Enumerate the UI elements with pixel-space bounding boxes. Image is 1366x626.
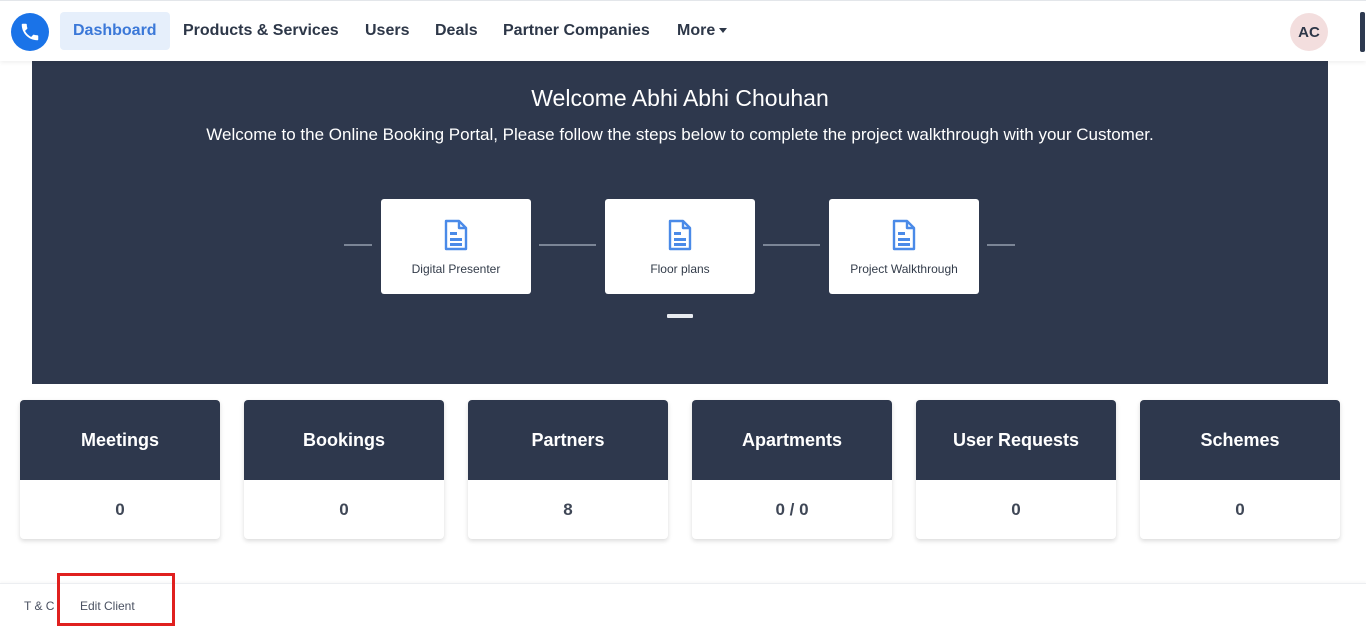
stat-value: 0 (339, 499, 349, 519)
stat-title: Bookings (244, 400, 444, 480)
welcome-subtitle: Welcome to the Online Booking Portal, Pl… (206, 125, 1154, 144)
user-avatar[interactable]: AC (1290, 13, 1328, 51)
document-icon (668, 219, 692, 251)
nav-more-label: More (677, 22, 716, 39)
scrollbar-thumb[interactable] (1360, 12, 1365, 52)
step-card-digital-presenter[interactable]: Digital Presenter (381, 199, 531, 294)
stat-value: 0 (1235, 499, 1245, 519)
stat-card-meetings[interactable]: Meetings 0 (20, 400, 220, 539)
stat-card-apartments[interactable]: Apartments 0 / 0 (692, 400, 892, 539)
stat-title: User Requests (916, 400, 1116, 480)
stat-card-partners[interactable]: Partners 8 (468, 400, 668, 539)
document-icon (444, 219, 468, 251)
step-connector (987, 244, 1015, 246)
welcome-title: Welcome Abhi Abhi Chouhan (531, 85, 829, 111)
nav-dashboard[interactable]: Dashboard (60, 12, 170, 50)
stat-value: 0 / 0 (775, 499, 809, 519)
top-navbar: Dashboard Products & Services Users Deal… (0, 0, 1366, 61)
step-connector (539, 244, 596, 246)
stat-title: Partners (468, 400, 668, 480)
document-icon (892, 219, 916, 251)
stat-title: Schemes (1140, 400, 1340, 480)
stat-card-user-requests[interactable]: User Requests 0 (916, 400, 1116, 539)
step-label: Digital Presenter (411, 262, 501, 276)
stat-card-schemes[interactable]: Schemes 0 (1140, 400, 1340, 539)
nav-products-services[interactable]: Products & Services (170, 12, 352, 50)
step-card-floor-plans[interactable]: Floor plans (605, 199, 755, 294)
step-card-project-walkthrough[interactable]: Project Walkthrough (829, 199, 979, 294)
terms-link[interactable]: T & C (24, 599, 54, 613)
nav-partner-companies[interactable]: Partner Companies (490, 12, 663, 50)
stat-title: Apartments (692, 400, 892, 480)
nav-more-dropdown[interactable]: More (664, 12, 740, 50)
nav-deals[interactable]: Deals (422, 12, 491, 50)
carousel-indicator[interactable] (667, 314, 693, 318)
step-label: Floor plans (650, 262, 710, 276)
stat-value: 8 (563, 499, 573, 519)
page-footer: T & C Edit Client (0, 583, 1366, 626)
step-connector (763, 244, 820, 246)
step-connector (344, 244, 372, 246)
edit-client-link[interactable]: Edit Client (80, 599, 135, 613)
stat-value: 0 (1011, 499, 1021, 519)
phone-icon[interactable] (11, 13, 49, 51)
step-label: Project Walkthrough (850, 262, 958, 276)
welcome-hero: Welcome Abhi Abhi Chouhan Welcome to the… (32, 61, 1328, 384)
nav-users[interactable]: Users (352, 12, 422, 50)
caret-down-icon (719, 28, 728, 34)
stat-card-bookings[interactable]: Bookings 0 (244, 400, 444, 539)
stat-title: Meetings (20, 400, 220, 480)
stat-value: 0 (115, 499, 125, 519)
